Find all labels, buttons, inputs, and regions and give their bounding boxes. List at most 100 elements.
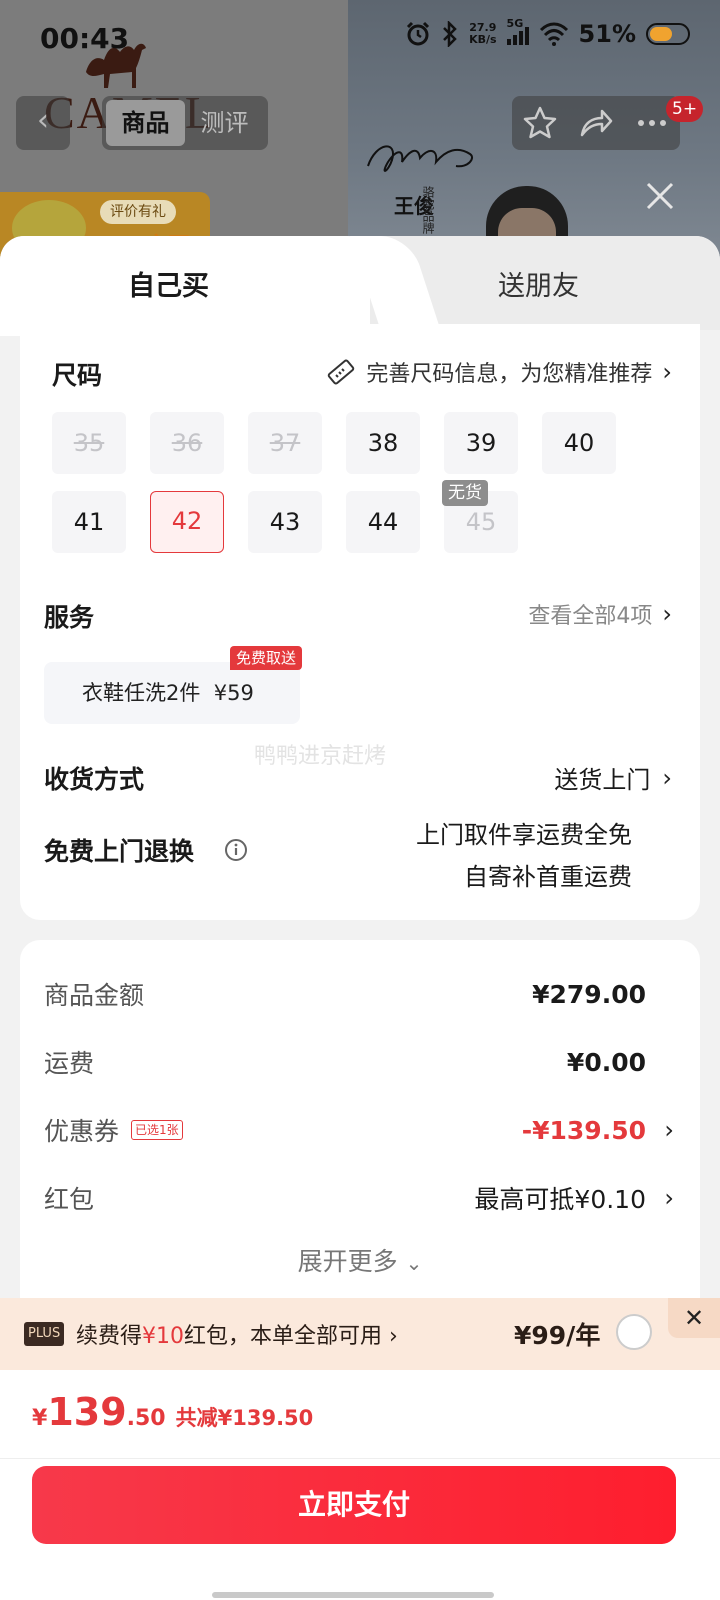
total-decimal: .50 [126, 1406, 166, 1431]
chevron-right-icon: › [662, 763, 672, 792]
plus-membership-bar[interactable]: PLUS 续费得¥10红包，本单全部可用 › ¥99/年 ✕ [0, 1298, 720, 1370]
endorser-subtitle: 骆驼品牌 [421, 186, 435, 234]
delivery-method-label: 收货方式 [44, 765, 145, 794]
battery-percent: 51% [578, 20, 636, 48]
service-view-all[interactable]: 查看全部4项 › [528, 598, 672, 630]
review-chip: 评价有礼 [100, 200, 176, 224]
size-option-36: 36 [150, 412, 224, 474]
total-reduction: 共减¥139.50 [175, 1406, 314, 1430]
plus-text-before: 续费得 [76, 1324, 143, 1349]
plus-offer-text: 续费得¥10红包，本单全部可用 › [76, 1318, 398, 1350]
coupon-value: -¥139.50 [521, 1115, 646, 1145]
chevron-right-icon: › [662, 600, 672, 628]
size-option-44[interactable]: 44 [346, 491, 420, 553]
plus-text-after: 红包，本单全部可用 [184, 1324, 383, 1349]
size-option-39[interactable]: 39 [444, 412, 518, 474]
watermark-text: 鸭鸭进京赶烤 [254, 744, 387, 769]
coupon-selected-tag: 已选1张 [131, 1120, 183, 1140]
chevron-right-icon: › [389, 1324, 398, 1349]
bluetooth-icon [443, 21, 457, 47]
service-item-price: ¥59 [213, 681, 254, 705]
share-icon[interactable] [578, 105, 614, 141]
return-policy-line2: 自寄补首重运费 [464, 863, 632, 891]
chevron-right-icon: › [664, 1184, 674, 1212]
chevron-right-icon: › [664, 1116, 674, 1144]
divider [0, 1458, 720, 1459]
network-speed: 27.9 KB/s [469, 22, 496, 46]
pay-now-button[interactable]: 立即支付 [32, 1466, 676, 1544]
signature-image [367, 145, 474, 172]
goods-amount-row: 商品金额 ¥279.00 [44, 974, 676, 1014]
tab-review[interactable]: 测评 [185, 100, 264, 146]
out-of-stock-tag: 无货 [442, 480, 488, 506]
total-price: ¥ 139 .50 共减¥139.50 [32, 1390, 313, 1434]
favorite-star-icon[interactable] [522, 105, 558, 141]
total-integer: 139 [47, 1390, 127, 1434]
red-packet-label: 红包 [44, 1185, 95, 1214]
shipping-label: 运费 [44, 1049, 95, 1078]
plus-logo: PLUS [24, 1322, 65, 1346]
return-policy: 上门取件享运费全免 自寄补首重运费 [416, 814, 632, 898]
plus-select-radio[interactable] [616, 1314, 652, 1350]
plus-text-highlight: ¥10 [142, 1324, 185, 1349]
tab-gift-friend[interactable]: 送朋友 [498, 264, 579, 303]
currency-symbol: ¥ [32, 1406, 48, 1431]
clock-time: 00:43 [40, 22, 130, 55]
network-type: 5G [506, 17, 524, 30]
network-speed-unit: KB/s [469, 33, 497, 46]
tab-product[interactable]: 商品 [106, 100, 185, 146]
free-return-label: 免费上门退换 [44, 837, 195, 866]
cellular-signal: 5G [506, 17, 529, 45]
buy-mode-tabs: 自己买 送朋友 [0, 236, 720, 336]
plus-close-button[interactable]: ✕ [668, 1298, 720, 1338]
size-recommend-link[interactable]: 完善尺码信息，为您精准推荐 › [326, 356, 672, 388]
info-icon[interactable] [224, 838, 248, 862]
size-option-40[interactable]: 40 [542, 412, 616, 474]
plus-price: ¥99/年 [514, 1321, 601, 1350]
status-bar: 00:43 27.9 KB/s 5G 51% [0, 0, 720, 76]
battery-icon [646, 23, 690, 45]
product-tabs: 商品 测评 [102, 96, 268, 150]
checkout-bar: ¥ 139 .50 共减¥139.50 立即支付 [0, 1370, 720, 1600]
close-icon: ✕ [683, 1304, 705, 1332]
service-item-label: 衣鞋任洗2件 [82, 681, 201, 705]
chevron-left-icon: ‹ [37, 103, 49, 138]
delivery-method-select[interactable]: 送货上门 › [554, 760, 672, 795]
goods-amount-value: ¥279.00 [532, 979, 646, 1009]
price-breakdown-card: 商品金额 ¥279.00 运费 ¥0.00 优惠券 已选1张 -¥139.50 … [20, 940, 700, 1360]
size-option-42[interactable]: 42 [150, 491, 224, 553]
expand-more-button[interactable]: 展开更多 ⌄ [20, 1242, 700, 1278]
size-title: 尺码 [52, 361, 103, 390]
status-icons: 27.9 KB/s 5G 51% [405, 17, 690, 48]
tab-buy-self[interactable]: 自己买 [0, 236, 370, 336]
message-badge: 5+ [666, 96, 704, 122]
service-view-all-label: 查看全部4项 [528, 604, 653, 629]
size-hint-text: 完善尺码信息，为您精准推荐 [366, 362, 653, 387]
size-option-41[interactable]: 41 [52, 491, 126, 553]
tab-buy-self-label: 自己买 [128, 271, 209, 302]
red-packet-row[interactable]: 红包 最高可抵¥0.10 › [44, 1178, 676, 1218]
coupon-label: 优惠券 [44, 1117, 120, 1146]
coupon-label-group: 优惠券 已选1张 [44, 1112, 183, 1148]
size-option-37: 37 [248, 412, 322, 474]
size-option-43[interactable]: 43 [248, 491, 322, 553]
return-policy-line1: 上门取件享运费全免 [416, 821, 632, 849]
coupon-row[interactable]: 优惠券 已选1张 -¥139.50 › [44, 1110, 676, 1150]
back-button[interactable]: ‹ [16, 96, 70, 150]
shipping-row: 运费 ¥0.00 [44, 1042, 676, 1082]
service-option-laundry[interactable]: 衣鞋任洗2件 ¥59 [44, 662, 300, 724]
size-option-35: 35 [52, 412, 126, 474]
size-option-38[interactable]: 38 [346, 412, 420, 474]
expand-more-label: 展开更多 [297, 1247, 398, 1276]
more-dots-icon[interactable] [634, 105, 670, 141]
top-right-actions [512, 96, 680, 150]
home-indicator[interactable] [212, 1592, 494, 1598]
service-title: 服务 [44, 603, 95, 632]
free-pickup-tag: 免费取送 [230, 646, 303, 670]
wifi-icon [539, 22, 568, 46]
close-icon[interactable] [640, 176, 680, 216]
goods-amount-label: 商品金额 [44, 981, 145, 1010]
chevron-down-icon: ⌄ [405, 1251, 423, 1275]
alarm-icon [407, 21, 430, 46]
ruler-icon [328, 359, 355, 385]
